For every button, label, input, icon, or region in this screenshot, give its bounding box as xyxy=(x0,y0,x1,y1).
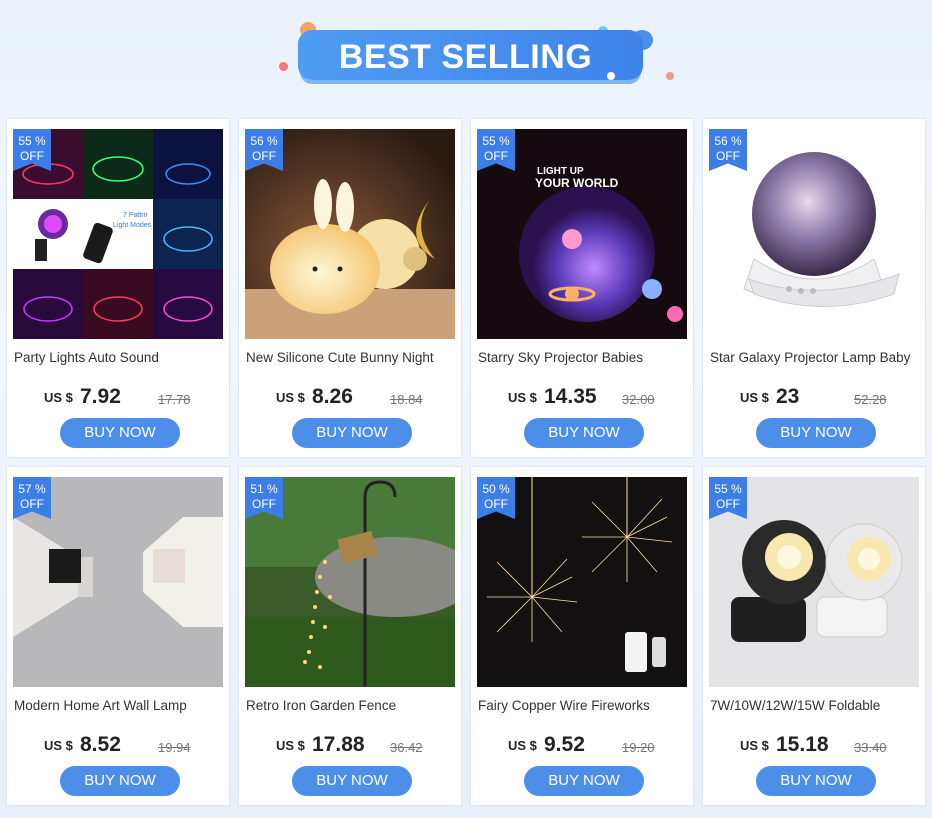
decor-dot xyxy=(279,62,288,71)
buy-now-button[interactable]: BUY NOW xyxy=(756,418,876,448)
product-card[interactable]: 55 % OFF 7W/10W/12W/15W Foldable US $ 15.… xyxy=(702,466,926,806)
sale-price: 9.52 xyxy=(544,733,585,756)
original-price: 19.94 xyxy=(158,740,191,755)
buy-now-button[interactable]: BUY NOW xyxy=(292,766,412,796)
product-title[interactable]: Party Lights Auto Sound xyxy=(14,350,226,365)
currency-label: US $ xyxy=(44,738,73,753)
product-card[interactable]: 51 % OFF Retro Iron Garden Fence US $ 17.… xyxy=(238,466,462,806)
currency-label: US $ xyxy=(740,390,769,405)
original-price: 52.28 xyxy=(854,392,887,407)
price-row: US $ 14.35 32.00 xyxy=(471,385,695,411)
price-row: US $ 23 52.28 xyxy=(703,385,927,411)
best-selling-banner: BEST SELLING xyxy=(0,0,932,110)
original-price: 32.00 xyxy=(622,392,655,407)
product-card[interactable]: 56 % OFF New Silicone Cute Bunny Night US… xyxy=(238,118,462,458)
price-row: US $ 17.88 36.42 xyxy=(239,733,463,759)
buy-now-button[interactable]: BUY NOW xyxy=(524,418,644,448)
product-card[interactable]: LIGHT UP YOUR WORLD 55 % OFF Starry Sky P… xyxy=(470,118,694,458)
banner-title: BEST SELLING xyxy=(338,38,593,76)
sale-price: 14.35 xyxy=(544,385,597,408)
original-price: 33.40 xyxy=(854,740,887,755)
product-card[interactable]: 50 % OFF Fairy Copper Wire Fireworks US $… xyxy=(470,466,694,806)
svg-text:7 Pattrn: 7 Pattrn xyxy=(123,212,148,219)
buy-now-button[interactable]: BUY NOW xyxy=(524,766,644,796)
product-card[interactable]: 7 Pattrn Light Modes 55 % OFF Party Light… xyxy=(6,118,230,458)
sale-price: 8.26 xyxy=(312,385,353,408)
currency-label: US $ xyxy=(276,738,305,753)
original-price: 36.42 xyxy=(390,740,423,755)
product-title[interactable]: Retro Iron Garden Fence xyxy=(246,698,458,713)
price-row: US $ 8.26 18.84 xyxy=(239,385,463,411)
product-title[interactable]: Star Galaxy Projector Lamp Baby xyxy=(710,350,922,365)
product-title[interactable]: New Silicone Cute Bunny Night xyxy=(246,350,458,365)
buy-now-button[interactable]: BUY NOW xyxy=(756,766,876,796)
buy-now-button[interactable]: BUY NOW xyxy=(60,418,180,448)
original-price: 19.20 xyxy=(622,740,655,755)
price-row: US $ 7.92 17.78 xyxy=(7,385,231,411)
currency-label: US $ xyxy=(508,390,537,405)
product-title[interactable]: Fairy Copper Wire Fireworks xyxy=(478,698,690,713)
buy-now-button[interactable]: BUY NOW xyxy=(292,418,412,448)
product-card[interactable]: 56 % OFF Star Galaxy Projector Lamp Baby … xyxy=(702,118,926,458)
original-price: 17.78 xyxy=(158,392,191,407)
sale-price: 15.18 xyxy=(776,733,829,756)
svg-text:Light Modes: Light Modes xyxy=(113,222,152,229)
price-row: US $ 15.18 33.40 xyxy=(703,733,927,759)
currency-label: US $ xyxy=(508,738,537,753)
sale-price: 23 xyxy=(776,385,800,408)
price-row: US $ 8.52 19.94 xyxy=(7,733,231,759)
sale-price: 8.52 xyxy=(80,733,121,756)
product-title[interactable]: 7W/10W/12W/15W Foldable xyxy=(710,698,922,713)
svg-text:YOUR WORLD: YOUR WORLD xyxy=(535,176,619,190)
original-price: 18.84 xyxy=(390,392,423,407)
product-card[interactable]: 57 % OFF Modern Home Art Wall Lamp US $ 8… xyxy=(6,466,230,806)
product-title[interactable]: Starry Sky Projector Babies xyxy=(478,350,690,365)
decor-dot xyxy=(666,72,674,80)
currency-label: US $ xyxy=(44,390,73,405)
price-row: US $ 9.52 19.20 xyxy=(471,733,695,759)
sale-price: 7.92 xyxy=(80,385,121,408)
sale-price: 17.88 xyxy=(312,733,365,756)
currency-label: US $ xyxy=(740,738,769,753)
product-title[interactable]: Modern Home Art Wall Lamp xyxy=(14,698,226,713)
currency-label: US $ xyxy=(276,390,305,405)
buy-now-button[interactable]: BUY NOW xyxy=(60,766,180,796)
